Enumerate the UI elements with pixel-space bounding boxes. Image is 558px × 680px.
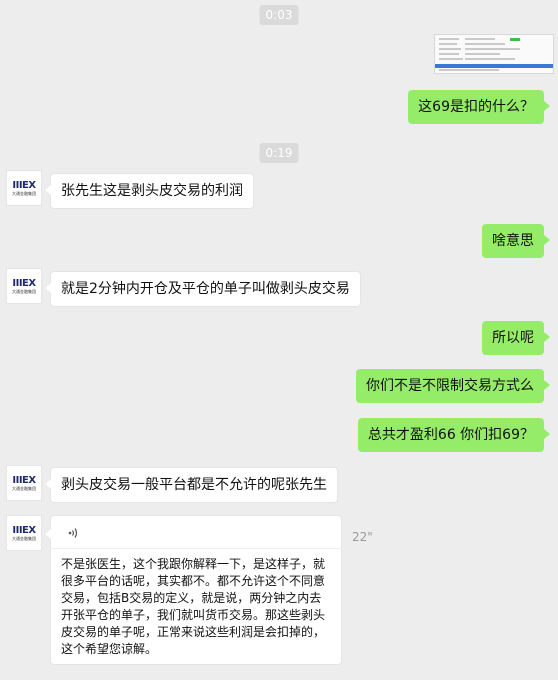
my-message-bubble[interactable]: 总共才盈利66 你们扣69？ bbox=[357, 418, 551, 452]
my-message-bubble[interactable]: 所以呢 bbox=[482, 321, 550, 355]
voice-wave-icon[interactable] bbox=[67, 526, 81, 544]
voice-message-bubble[interactable]: 不是张医生，这个我跟你解释一下，是这样子，就很多平台的话呢，其实都不。都不允许这… bbox=[45, 515, 342, 665]
my-message-bubble[interactable]: 这69是扣的什么？ bbox=[408, 90, 550, 124]
their-message-bubble[interactable]: 就是2分钟内开仓及平仓的单子叫做剥头皮交易 bbox=[45, 271, 361, 307]
their-message-bubble[interactable]: 剥头皮交易一般平台都是不允许的呢张先生 bbox=[45, 467, 338, 503]
my-message-bubble[interactable]: 你们不是不限制交易方式么 bbox=[356, 369, 550, 403]
their-message-bubble[interactable]: 张先生这是剥头皮交易的利润 bbox=[45, 173, 254, 209]
company-logo: IIIEX bbox=[12, 524, 36, 536]
timestamp: 0:03 bbox=[259, 5, 299, 25]
company-name: 大通金融集团 bbox=[12, 190, 36, 196]
my-message-bubble[interactable]: 啥意思 bbox=[482, 224, 550, 258]
company-name: 大通金融集团 bbox=[12, 288, 36, 294]
avatar[interactable]: IIIEX 大通金融集团 bbox=[6, 515, 42, 551]
company-name: 大通金融集团 bbox=[12, 485, 36, 491]
company-name: 大通金融集团 bbox=[12, 535, 36, 541]
timestamp: 0:19 bbox=[259, 143, 299, 163]
company-logo: IIIEX bbox=[12, 277, 36, 289]
avatar[interactable]: IIIEX 大通金融集团 bbox=[6, 268, 42, 304]
company-logo: IIIEX bbox=[12, 179, 36, 191]
image-message-thumbnail[interactable] bbox=[434, 34, 554, 74]
avatar[interactable]: IIIEX 大通金融集团 bbox=[6, 170, 42, 206]
avatar[interactable]: IIIEX 大通金融集团 bbox=[6, 465, 42, 501]
voice-transcript: 不是张医生，这个我跟你解释一下，是这样子，就很多平台的话呢，其实都不。都不允许这… bbox=[61, 557, 326, 656]
divider bbox=[51, 548, 341, 549]
company-logo: IIIEX bbox=[12, 474, 36, 486]
voice-duration: 22" bbox=[352, 530, 373, 544]
